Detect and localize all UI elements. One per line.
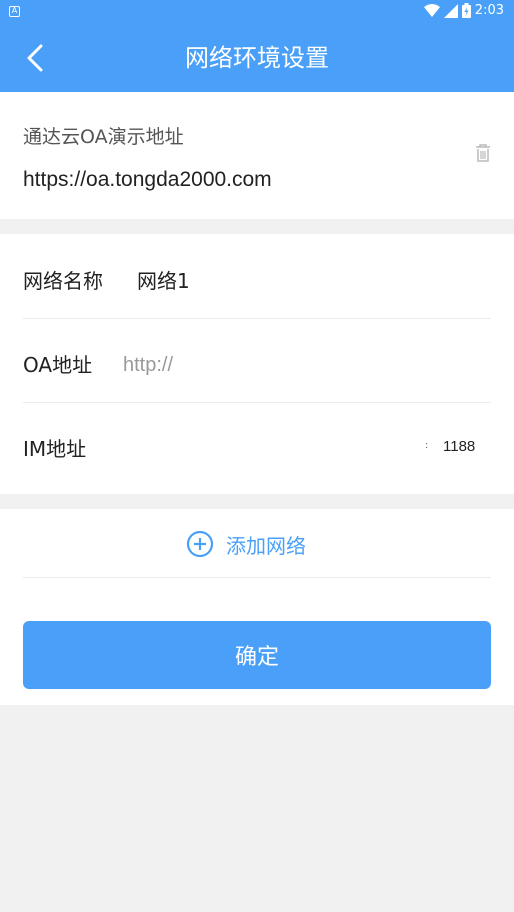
- saved-network-name: 通达云OA演示地址: [23, 126, 184, 148]
- network-form: 网络名称 网络1 OA地址 IM地址 : 1188: [0, 234, 514, 494]
- plus-circle-icon: [186, 530, 214, 558]
- wifi-icon: [423, 3, 440, 17]
- add-network-button[interactable]: 添加网络: [186, 529, 306, 559]
- status-time: 2:03: [474, 3, 504, 18]
- im-address-row: IM地址 : 1188: [23, 402, 491, 486]
- signal-icon: [443, 3, 458, 18]
- battery-icon: [461, 3, 471, 18]
- im-address-input[interactable]: [123, 432, 413, 466]
- confirm-button[interactable]: 确定: [23, 621, 491, 689]
- divider: [23, 577, 491, 578]
- network-name-row: 网络名称 网络1: [23, 234, 491, 318]
- add-network-label: 添加网络: [226, 533, 306, 558]
- saved-network-url: https://oa.tongda2000.com: [23, 168, 272, 191]
- network-name-value[interactable]: 网络1: [137, 234, 190, 328]
- actions-panel: 添加网络 确定: [0, 509, 514, 705]
- oa-address-label: OA地址: [23, 353, 93, 377]
- page-title: 网络环境设置: [185, 44, 329, 72]
- network-name-label: 网络名称: [23, 269, 103, 293]
- oa-address-input[interactable]: [123, 348, 463, 382]
- trash-icon: [476, 144, 490, 162]
- oa-address-row: OA地址: [23, 318, 491, 402]
- app-header: 网络环境设置: [0, 24, 514, 92]
- port-separator: :: [425, 440, 429, 451]
- status-bar: A 2:03: [0, 0, 514, 24]
- delete-network-button[interactable]: [472, 142, 494, 164]
- notification-icon: A: [9, 6, 20, 17]
- saved-network-item[interactable]: 通达云OA演示地址 https://oa.tongda2000.com: [0, 92, 514, 219]
- im-port-value[interactable]: 1188: [443, 438, 475, 455]
- im-address-label: IM地址: [23, 437, 87, 461]
